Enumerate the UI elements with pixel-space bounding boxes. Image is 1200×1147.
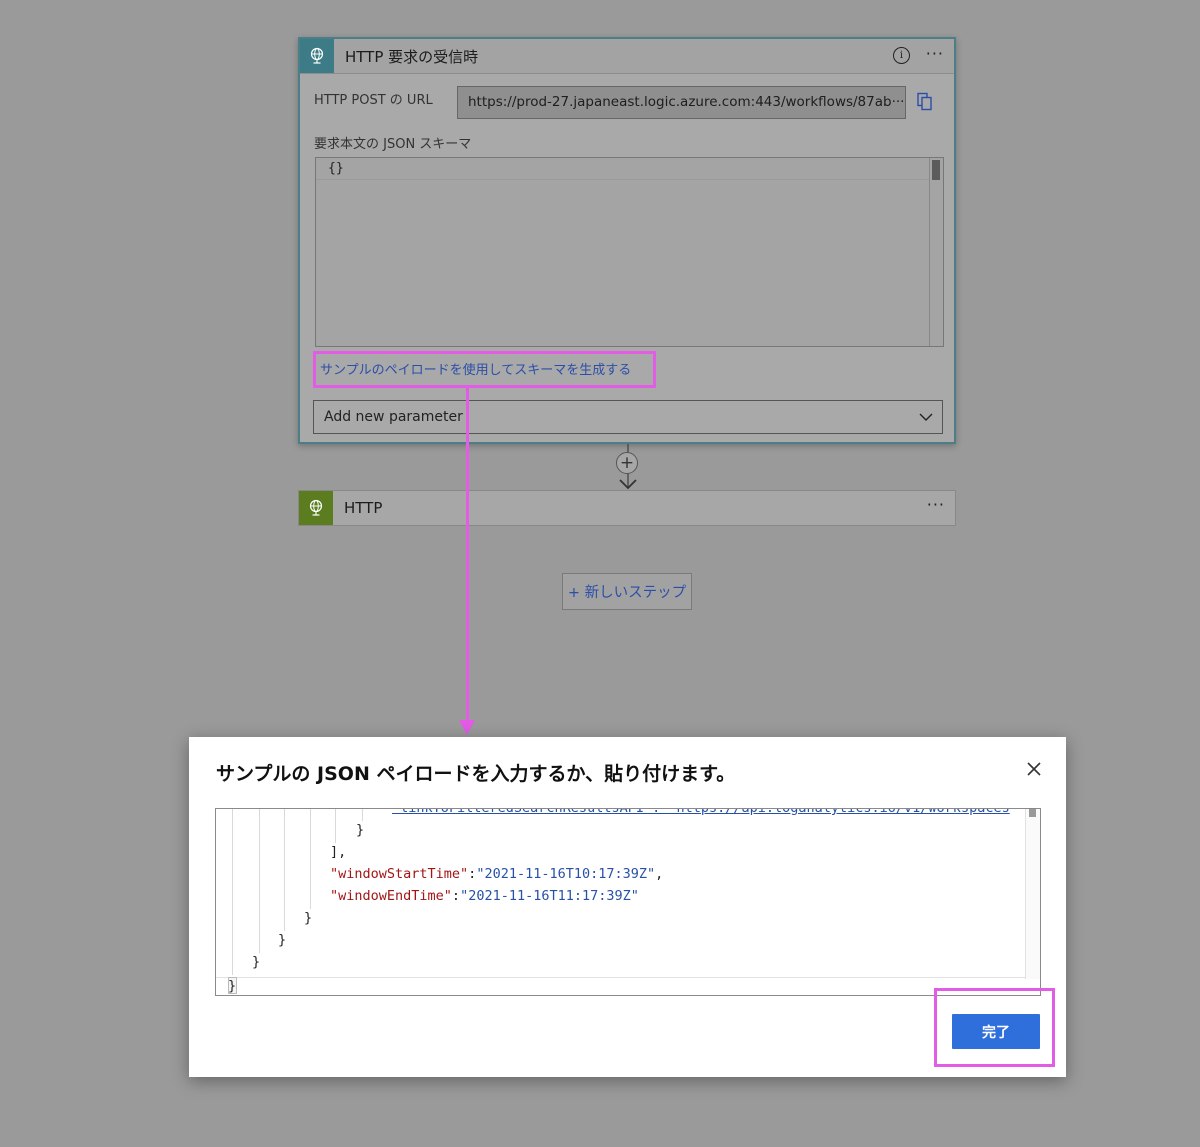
json-line-partial: "linkToFilteredSearchResultsAPI": "https…	[392, 808, 1010, 819]
http-icon-box	[299, 491, 333, 525]
json-editor-scrollbar-thumb[interactable]	[1029, 809, 1036, 817]
indent-guide	[232, 809, 233, 975]
globe-icon	[309, 499, 323, 516]
chevron-down-icon	[919, 413, 933, 421]
indent-guide	[284, 809, 285, 931]
json-payload-editor[interactable]: "linkToFilteredSearchResultsAPI": "https…	[215, 808, 1041, 996]
indent-guide	[259, 809, 260, 953]
json-editor-last-line: }	[216, 977, 1025, 995]
json-line: }	[228, 978, 237, 994]
close-icon[interactable]	[1026, 761, 1042, 777]
indent-guide	[335, 809, 336, 843]
json-line-window-start: "windowStartTime":"2021-11-16T10:17:39Z"…	[330, 866, 664, 882]
json-line: }	[278, 932, 287, 948]
json-key: "windowStartTime"	[330, 866, 469, 882]
json-line: }	[356, 822, 365, 838]
json-editor-scrollbar[interactable]	[1025, 809, 1040, 979]
annotation-arrow-head	[459, 720, 475, 735]
dialog-title: サンプルの JSON ペイロードを入力するか、貼り付けます。	[216, 763, 736, 785]
schema-code: {}	[328, 161, 344, 176]
json-line: }	[252, 954, 261, 970]
json-line-window-end: "windowEndTime":"2021-11-16T11:17:39Z"	[330, 888, 639, 904]
json-schema-editor[interactable]: {}	[315, 157, 944, 347]
globe-icon	[310, 47, 324, 64]
http-action-card[interactable]: HTTP ···	[298, 490, 956, 526]
url-label: HTTP POST の URL	[314, 93, 433, 108]
trigger-card-header[interactable]: HTTP 要求の受信時 i ···	[300, 39, 954, 74]
schema-label: 要求本文の JSON スキーマ	[314, 137, 472, 152]
annotation-arrow-line	[466, 386, 469, 726]
done-button-highlight	[934, 988, 1055, 1067]
more-options-icon[interactable]: ···	[926, 44, 944, 63]
json-value: "2021-11-16T11:17:39Z"	[460, 888, 639, 904]
http-post-url-field[interactable]: https://prod-27.japaneast.logic.azure.co…	[457, 86, 906, 119]
more-options-icon[interactable]: ···	[927, 495, 945, 514]
editor-current-line	[316, 158, 929, 180]
indent-guide	[310, 809, 311, 909]
add-parameter-label: Add new parameter	[324, 409, 463, 425]
editor-scrollbar-thumb[interactable]	[932, 160, 940, 180]
json-line: }	[304, 910, 313, 926]
new-step-button[interactable]: + 新しいステップ	[562, 573, 692, 610]
json-line: ],	[330, 844, 347, 860]
http-card-title: HTTP	[344, 499, 383, 517]
generate-link-highlight	[313, 351, 656, 388]
trigger-icon-box	[300, 39, 334, 73]
json-key: "windowEndTime"	[330, 888, 452, 904]
copy-icon[interactable]	[916, 92, 934, 112]
info-icon[interactable]: i	[893, 47, 910, 64]
json-partial-text: "linkToFilteredSearchResultsAPI": "https…	[392, 808, 1010, 816]
add-new-parameter-dropdown[interactable]: Add new parameter	[313, 400, 943, 434]
json-value: "2021-11-16T10:17:39Z"	[476, 866, 656, 882]
insert-step-plus-icon[interactable]: +	[616, 452, 638, 474]
editor-scrollbar[interactable]	[929, 158, 943, 346]
trigger-card-title: HTTP 要求の受信時	[345, 47, 479, 66]
